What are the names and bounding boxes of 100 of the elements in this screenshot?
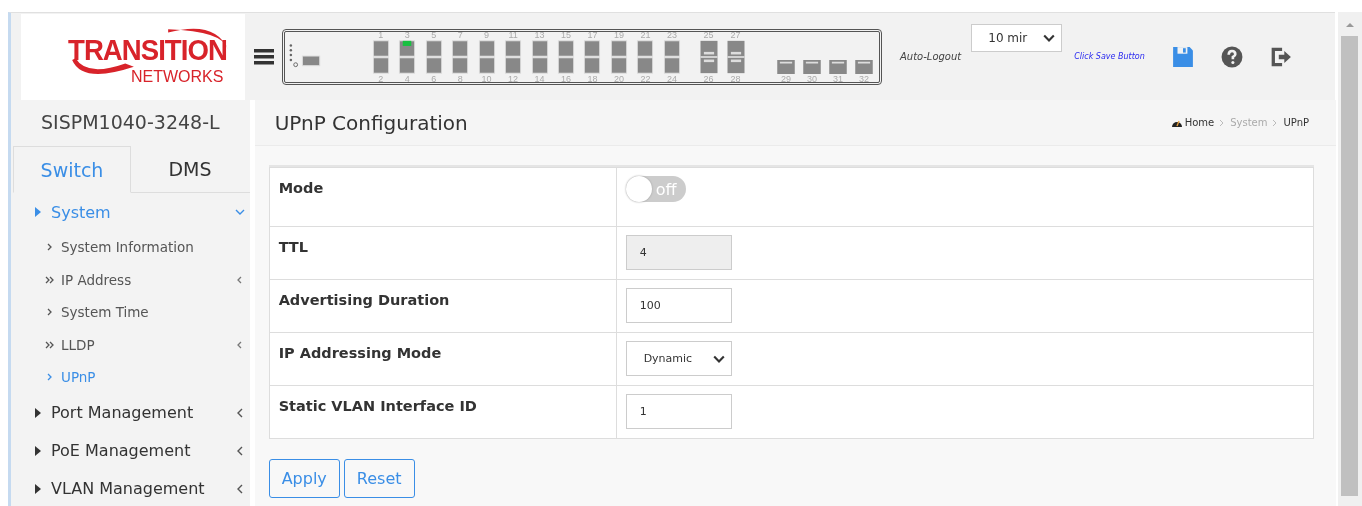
chevron-down-icon bbox=[712, 354, 725, 363]
port-number: 26 bbox=[703, 73, 714, 84]
port-number: 8 bbox=[457, 73, 463, 84]
ethernet-port-icon[interactable] bbox=[423, 39, 444, 74]
port-number: 21 bbox=[640, 29, 651, 40]
setting-label: Advertising Duration bbox=[269, 280, 617, 332]
ethernet-port-icon[interactable] bbox=[556, 39, 576, 74]
setting-label: Mode bbox=[269, 168, 617, 226]
chevron-down-icon bbox=[1043, 34, 1056, 42]
port-number: 25 bbox=[703, 29, 714, 40]
mode-select[interactable]: Dynamic bbox=[625, 341, 732, 376]
triangle-icon bbox=[35, 207, 41, 217]
menu-item[interactable]: PoE Management bbox=[11, 431, 250, 470]
page-title: UPnP Configuration bbox=[274, 110, 468, 135]
menu-item[interactable]: VLAN Management bbox=[11, 469, 250, 506]
ethernet-port-icon[interactable] bbox=[608, 39, 629, 74]
device-name: SISPM1040-3248-L bbox=[40, 110, 221, 135]
port-number: 1 bbox=[378, 29, 384, 40]
port-number: 3 bbox=[404, 29, 410, 40]
help-icon[interactable] bbox=[1220, 45, 1243, 68]
ethernet-port-icon[interactable] bbox=[529, 39, 550, 74]
port-number: 27 bbox=[730, 29, 741, 40]
menu-item-label: Port Management bbox=[51, 403, 195, 422]
menu-icon[interactable] bbox=[254, 48, 274, 65]
port-number: 22 bbox=[640, 73, 651, 84]
submenu-item[interactable]: System Information bbox=[11, 231, 250, 264]
port-number: 30 bbox=[807, 73, 817, 84]
ethernet-port-icon[interactable] bbox=[397, 39, 418, 74]
input-field[interactable]: 1 bbox=[625, 394, 732, 429]
submenu-item[interactable]: LLDP bbox=[11, 328, 250, 361]
port-number: 14 bbox=[534, 73, 545, 84]
scroll-up-icon[interactable] bbox=[1345, 22, 1355, 28]
auto-logout-label: Auto-Logout bbox=[900, 51, 962, 62]
menu-item-label: System bbox=[51, 202, 112, 222]
submenu-item-label: IP Address bbox=[61, 271, 133, 288]
ethernet-port-icon[interactable] bbox=[476, 39, 497, 74]
breadcrumb-link[interactable]: Home bbox=[1184, 117, 1215, 128]
setting-label: TTL bbox=[269, 227, 617, 279]
submenu-item-label: System Time bbox=[61, 304, 150, 321]
triangle-icon bbox=[35, 483, 41, 494]
sfp-port-icon[interactable] bbox=[776, 59, 796, 74]
sfp-port-icon[interactable] bbox=[853, 59, 874, 74]
port-number: 11 bbox=[508, 29, 518, 40]
logout-icon[interactable] bbox=[1269, 45, 1292, 68]
port-number: 17 bbox=[587, 29, 598, 40]
chevron-down-icon bbox=[234, 207, 245, 217]
port-number: 19 bbox=[613, 29, 624, 40]
port-number: 4 bbox=[404, 73, 410, 84]
separator-icon bbox=[1219, 118, 1226, 127]
sfp-port-icon[interactable] bbox=[828, 59, 848, 74]
port-number: 5 bbox=[431, 29, 437, 40]
double-chevron-icon bbox=[45, 339, 55, 350]
port-number: 28 bbox=[730, 73, 741, 84]
submenu-item[interactable]: IP Address bbox=[11, 263, 250, 296]
ethernet-port-icon[interactable] bbox=[503, 39, 524, 74]
ethernet-port-icon[interactable] bbox=[635, 39, 656, 74]
sidebar-tab[interactable]: DMS bbox=[131, 146, 249, 192]
save-hint: Click Save Button bbox=[1074, 52, 1145, 61]
port-number: 24 bbox=[666, 73, 677, 84]
input-field[interactable]: 100 bbox=[625, 288, 732, 323]
port-number: 10 bbox=[481, 73, 492, 84]
menu-item[interactable]: Port Management bbox=[11, 393, 250, 432]
ethernet-port-icon[interactable] bbox=[450, 39, 471, 74]
port-number: 2 bbox=[378, 73, 384, 84]
menu-item-label: VLAN Management bbox=[51, 479, 206, 498]
separator-icon bbox=[1272, 118, 1279, 127]
logo-text: TRANSITION bbox=[68, 34, 227, 67]
auto-logout-select[interactable]: 10 mir bbox=[971, 24, 1063, 52]
submenu-item-label: LLDP bbox=[61, 336, 96, 353]
ethernet-port-icon[interactable] bbox=[661, 39, 682, 74]
port-number: 18 bbox=[587, 73, 598, 84]
menu-item-label: PoE Management bbox=[51, 441, 192, 460]
save-icon[interactable] bbox=[1171, 45, 1194, 68]
setting-label: Static VLAN Interface ID bbox=[269, 386, 617, 438]
submenu-item-label: UPnP bbox=[61, 369, 97, 386]
port-number: 29 bbox=[781, 73, 792, 84]
setting-label: IP Addressing Mode bbox=[269, 333, 617, 385]
port-number: 6 bbox=[431, 73, 437, 84]
ethernet-port-icon[interactable] bbox=[582, 39, 603, 74]
logo-text: NETWORKS bbox=[131, 68, 224, 86]
sfp-port-icon[interactable] bbox=[725, 39, 746, 74]
port-number: 15 bbox=[561, 29, 571, 40]
double-chevron-icon bbox=[45, 274, 55, 285]
port-number: 7 bbox=[457, 29, 463, 40]
scrollbar[interactable] bbox=[1338, 12, 1362, 506]
sfp-port-icon[interactable] bbox=[802, 59, 822, 74]
triangle-icon bbox=[35, 407, 41, 418]
ttl-field[interactable]: 4 bbox=[625, 235, 732, 270]
submenu-item-label: System Information bbox=[61, 239, 195, 256]
triangle-icon bbox=[35, 445, 41, 456]
port-number: 32 bbox=[858, 73, 869, 84]
port-number: 13 bbox=[534, 29, 545, 40]
port-number: 23 bbox=[666, 29, 677, 40]
port-number: 20 bbox=[613, 73, 624, 84]
port-number: 16 bbox=[561, 73, 571, 84]
sfp-port-icon[interactable] bbox=[698, 39, 719, 74]
port-number: 12 bbox=[508, 73, 519, 84]
ethernet-port-icon[interactable] bbox=[370, 39, 391, 74]
port-number: 9 bbox=[484, 29, 490, 40]
submenu-item[interactable]: System Time bbox=[11, 296, 250, 329]
